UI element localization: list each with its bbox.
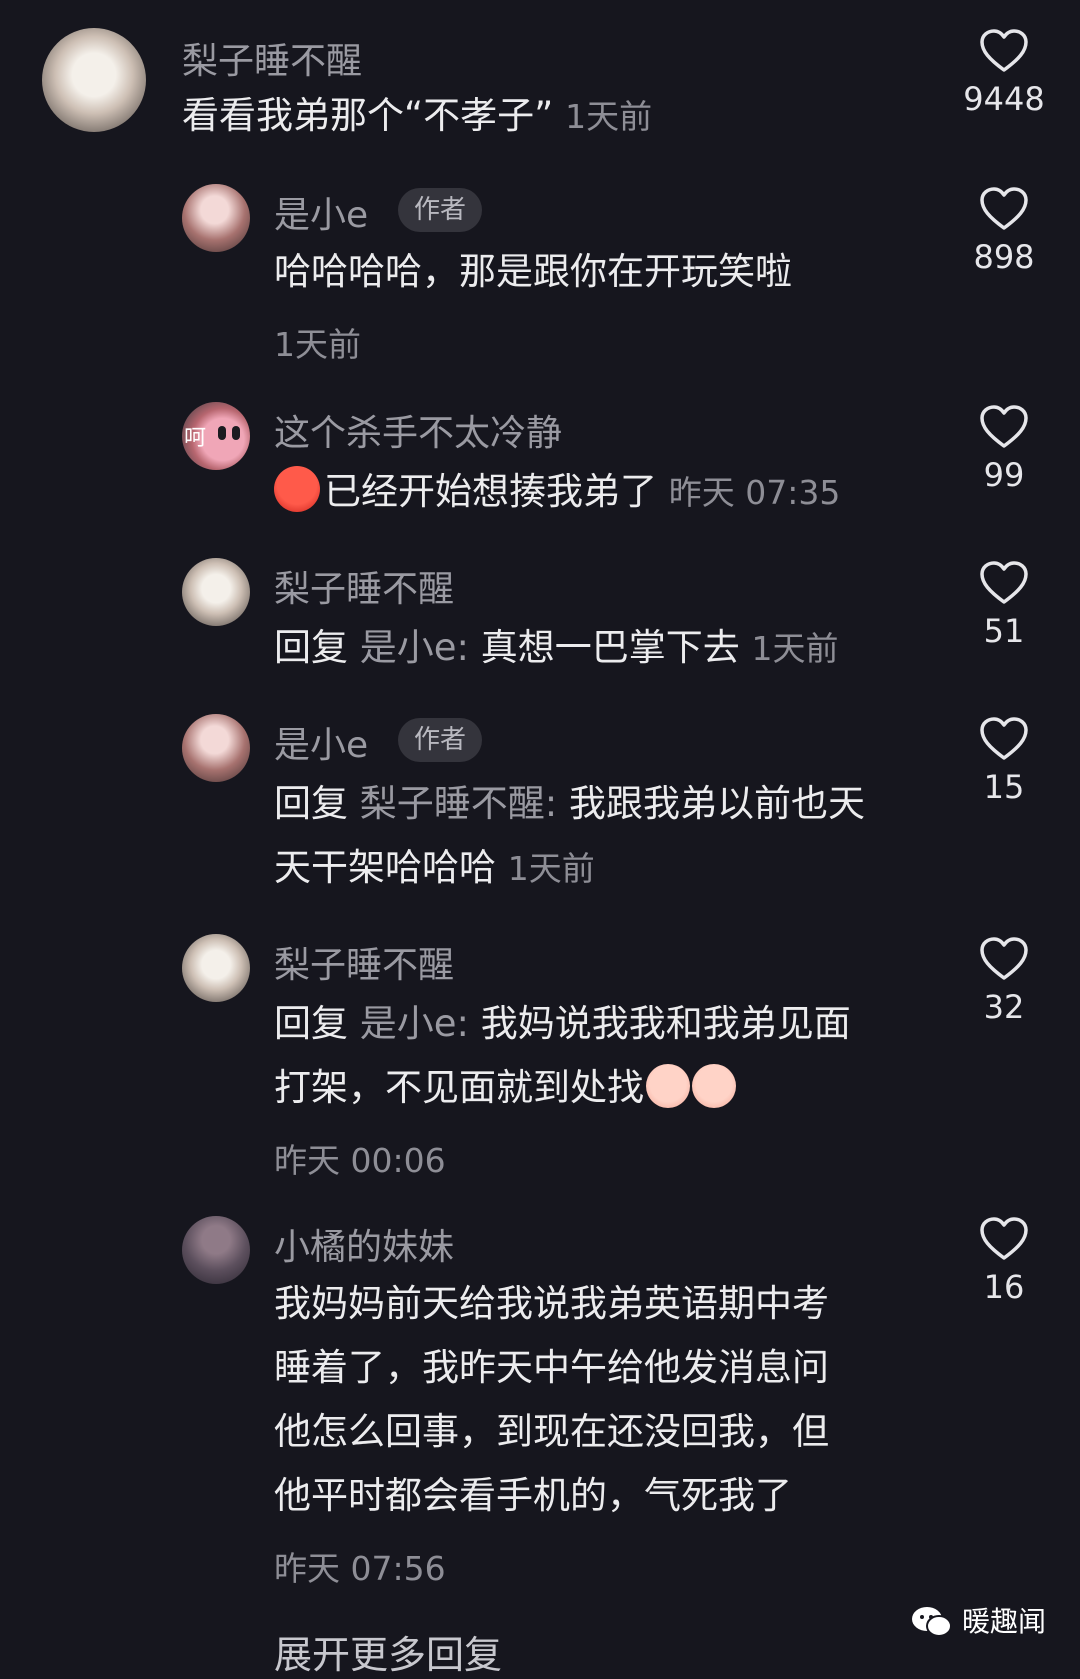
wechat-icon [912,1607,952,1637]
like-button[interactable]: 51 [944,560,1064,650]
heart-icon [980,717,1028,760]
like-count: 15 [983,768,1025,806]
crying-face-icon [646,1064,690,1108]
heart-icon [980,29,1028,72]
avatar-eye [218,426,226,440]
author-badge: 作者 [398,718,483,762]
watermark: 暖趣闻 [910,1600,1046,1640]
like-button[interactable]: 99 [944,404,1064,494]
comment-username[interactable]: 是小e [274,186,368,238]
like-button[interactable]: 898 [944,186,1064,276]
comment-username[interactable]: 梨子睡不醒 [274,936,454,988]
avatar-eye [232,426,240,440]
like-button[interactable]: 32 [944,936,1064,1026]
comment-username[interactable]: 这个杀手不太冷静 [274,404,562,456]
reply-to-user[interactable]: 梨子睡不醒: [360,782,557,825]
like-button[interactable]: 15 [944,716,1064,806]
avatar[interactable] [182,184,250,252]
like-count: 32 [983,988,1025,1026]
reply-to-user[interactable]: 是小e: [360,626,469,669]
like-count: 16 [983,1268,1025,1306]
comment-time: 1天前 [507,849,595,888]
heart-icon [980,937,1028,980]
comment-time: 昨天 00:06 [274,1141,446,1180]
like-count: 9448 [963,80,1045,118]
comment-username[interactable]: 梨子睡不醒 [182,32,362,84]
heart-icon [980,405,1028,448]
crying-face-icon [692,1064,736,1108]
comment-text: 看看我弟那个“不孝子” 1天前 [182,94,653,137]
avatar-text: 呵 [184,426,207,451]
comment-username[interactable]: 梨子睡不醒 [274,560,454,612]
heart-icon [980,561,1028,604]
like-button[interactable]: 16 [944,1216,1064,1306]
comment-text: 哈哈哈哈，那是跟你在开玩笑啦 [274,250,792,293]
avatar[interactable] [182,714,250,782]
comment-time: 1天前 [565,97,653,136]
comment-text: 回复 是小e: 真想一巴掌下去 1天前 [274,626,839,669]
avatar[interactable]: 呵 [182,402,250,470]
comment-username[interactable]: 小橘的妹妹 [274,1218,454,1270]
comment-text: 已经开始想揍我弟了 昨天 07:35 [274,460,840,525]
comment-text: 回复 梨子睡不醒: 我跟我弟以前也天 天干架哈哈哈 1天前 [274,782,865,889]
reply-to-user[interactable]: 是小e: [360,1002,469,1045]
avatar[interactable] [182,934,250,1002]
comment-text: 我妈妈前天给我说我弟英语期中考 睡着了，我昨天中午给他发消息问 他怎么回事，到现… [274,1282,829,1517]
comment-time: 1天前 [751,629,839,668]
comment-time: 昨天 07:35 [668,473,841,512]
avatar[interactable] [42,28,146,132]
like-count: 898 [973,238,1035,276]
comment-text: 回复 是小e: 我妈说我我和我弟见面 打架，不见面就到处找 [274,1002,851,1109]
like-count: 99 [983,456,1025,494]
heart-icon [980,1217,1028,1260]
heart-icon [980,187,1028,230]
like-button[interactable]: 9448 [944,28,1064,118]
avatar[interactable] [182,1216,250,1284]
author-badge: 作者 [398,188,483,232]
avatar[interactable] [182,558,250,626]
comment-time: 1天前 [274,325,361,364]
angry-face-icon [274,466,320,512]
comment-username[interactable]: 是小e [274,716,368,768]
expand-more-replies[interactable]: 展开更多回复 [274,1624,502,1679]
comment-time: 昨天 07:56 [274,1549,446,1588]
like-count: 51 [983,612,1025,650]
